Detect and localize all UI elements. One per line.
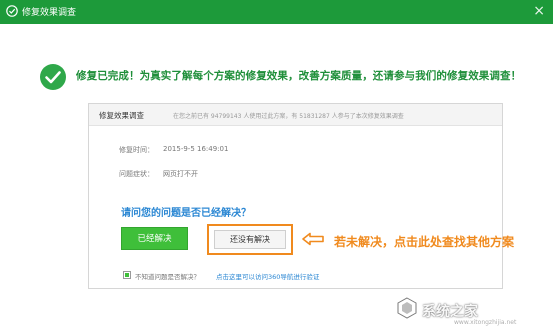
solved-question: 请问您的问题是否已经解决？	[121, 208, 251, 219]
watermark-url: www.xitongzhijia.net	[454, 319, 517, 326]
survey-stats: 在您之前已有 94799143 人使用过此方案，有 51831287 人参与了本…	[173, 113, 404, 120]
repair-survey-window: 修复效果调查 × 修复已完成！为真实了解每个方案的修复效果，改善方案质量，还请参…	[0, 0, 553, 332]
completion-headline: 修复已完成！为真实了解每个方案的修复效果，改善方案质量，还请参与我们的修复效果调…	[76, 70, 522, 82]
titlebar: 修复效果调查 ×	[0, 0, 553, 24]
solved-button[interactable]: 已经解决	[121, 227, 188, 250]
verify-help-link[interactable]: 点击这里可以访问360导航进行验证	[216, 271, 319, 281]
unsure-checkbox[interactable]	[123, 271, 131, 279]
fix-time-value: 2015-9-5 16:49:01	[163, 145, 229, 153]
survey-title: 修复效果调查	[99, 111, 144, 120]
close-icon[interactable]: ×	[533, 3, 545, 19]
symptom-value: 网页打不开	[163, 170, 198, 178]
annotation-callout: 若未解决，点击此处查找其他方案	[334, 235, 515, 249]
pointer-arrow-icon	[302, 232, 324, 246]
unsolved-highlight-box[interactable]: 还没有解决	[207, 224, 293, 255]
survey-header: 修复效果调查 在您之前已有 94799143 人使用过此方案，有 5183128…	[89, 104, 502, 126]
watermark: 系统之家 www.xitongzhijia.net	[392, 291, 550, 329]
window-title: 修复效果调查	[22, 8, 77, 18]
watermark-text: 系统之家	[422, 304, 478, 320]
unsure-checkbox-label: 不知道问题是否解决？	[135, 273, 200, 281]
fix-time-label: 修复时间：	[119, 146, 154, 154]
symptom-label: 问题症状：	[119, 170, 154, 178]
app-logo-icon	[6, 5, 18, 17]
checkbox-checkmark-icon	[125, 273, 129, 277]
unsolved-button[interactable]: 还没有解决	[214, 230, 286, 249]
watermark-logo-icon	[397, 297, 417, 319]
survey-panel: 修复效果调查 在您之前已有 94799143 人使用过此方案，有 5183128…	[88, 103, 503, 289]
success-check-icon	[40, 64, 66, 90]
